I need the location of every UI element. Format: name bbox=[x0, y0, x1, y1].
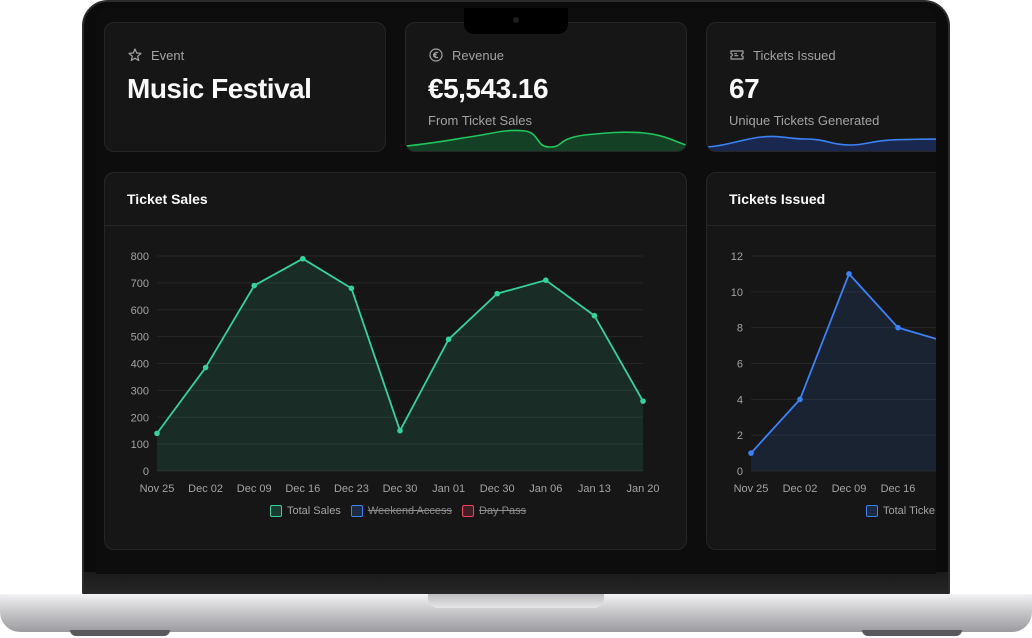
camera-icon bbox=[513, 17, 519, 23]
sales-point[interactable] bbox=[397, 427, 403, 434]
sales-x-tick: Jan 06 bbox=[529, 483, 562, 495]
sales-y-tick: 100 bbox=[131, 439, 149, 451]
sales-legend-swatch bbox=[350, 505, 363, 517]
revenue-label: Revenue bbox=[452, 47, 505, 63]
sales-y-tick: 0 bbox=[143, 466, 149, 478]
sales-x-tick: Dec 30 bbox=[480, 483, 515, 495]
sales-y-tick: 700 bbox=[131, 278, 149, 290]
issued-x-tick: Dec 09 bbox=[832, 483, 867, 495]
tickets-issued-title: Tickets Issued bbox=[729, 191, 826, 207]
sales-legend-label: Total Sales bbox=[287, 505, 341, 517]
sales-legend-item[interactable]: Total Sales bbox=[270, 505, 341, 517]
revenue-card: Revenue €5,543.16 From Ticket Sales bbox=[405, 22, 687, 152]
event-label: Event bbox=[151, 47, 185, 63]
sales-legend-item[interactable]: Day Pass bbox=[462, 505, 526, 517]
issued-y-tick: 0 bbox=[737, 466, 743, 478]
tickets-card-header: Tickets Issued bbox=[729, 47, 836, 63]
sales-y-tick: 600 bbox=[131, 305, 149, 317]
sales-x-tick: Jan 01 bbox=[432, 483, 465, 495]
sales-point[interactable] bbox=[154, 430, 160, 437]
sales-x-tick: Jan 20 bbox=[626, 483, 659, 495]
sales-y-tick: 200 bbox=[131, 412, 149, 424]
ticket-sales-card: Ticket Sales 0 100 200 300 400 500 600 700 800 No… bbox=[104, 172, 687, 550]
sales-area bbox=[157, 258, 643, 471]
sales-x-tick: Dec 09 bbox=[237, 483, 272, 495]
sales-y-tick: 800 bbox=[131, 251, 149, 263]
issued-x-tick: Nov 25 bbox=[734, 483, 769, 495]
sales-legend-label: Day Pass bbox=[479, 505, 527, 517]
tickets-sparkline bbox=[707, 135, 936, 151]
issued-point[interactable] bbox=[748, 450, 754, 456]
issued-y-tick: 2 bbox=[737, 430, 743, 442]
sales-y-tick: 400 bbox=[131, 359, 149, 371]
star-icon bbox=[128, 48, 142, 62]
euro-icon bbox=[429, 48, 443, 62]
tickets-card: Tickets Issued 67 Unique Tickets Generat… bbox=[706, 22, 936, 152]
ticket-sales-chart: 0 100 200 300 400 500 600 700 800 Nov 25 Dec 02 Dec… bbox=[131, 251, 660, 495]
revenue-value: €5,543.16 bbox=[428, 73, 549, 104]
ticket-sales-legend: Total Sales Weekend Access Day Pass bbox=[270, 505, 526, 517]
issued-legend-item[interactable]: Total Ticke bbox=[866, 505, 935, 517]
event-card-header: Event bbox=[127, 47, 184, 63]
issued-y-tick: 8 bbox=[737, 323, 743, 335]
revenue-card-header: Revenue bbox=[428, 47, 504, 63]
sales-x-tick: Dec 30 bbox=[383, 483, 418, 495]
sales-point[interactable] bbox=[300, 255, 306, 262]
issued-x-tick: Dec 16 bbox=[881, 483, 916, 495]
issued-y-tick: 10 bbox=[731, 287, 743, 299]
sales-point[interactable] bbox=[640, 398, 646, 404]
laptop-hinge bbox=[84, 572, 948, 594]
sales-legend-swatch bbox=[462, 505, 474, 517]
laptop-foot-left bbox=[70, 630, 170, 636]
issued-point[interactable] bbox=[797, 396, 803, 403]
sales-y-tick: 300 bbox=[131, 385, 149, 397]
sales-point[interactable] bbox=[445, 336, 452, 343]
issued-point[interactable] bbox=[846, 271, 852, 277]
screen: Event Music Festival Revenue €5,543.16 F… bbox=[96, 8, 936, 574]
laptop-foot-right bbox=[862, 630, 962, 636]
sales-legend-item[interactable]: Weekend Access bbox=[350, 505, 452, 517]
sales-y-tick: 500 bbox=[131, 332, 149, 344]
tickets-value: 67 bbox=[729, 73, 760, 104]
ticket-sales-title: Ticket Sales bbox=[127, 191, 208, 207]
ticket-icon bbox=[730, 50, 744, 60]
sales-point[interactable] bbox=[591, 312, 598, 319]
issued-legend-swatch bbox=[866, 505, 878, 517]
sales-x-tick: Jan 13 bbox=[578, 483, 611, 495]
sales-x-tick: Nov 25 bbox=[140, 483, 175, 495]
issued-legend-label: Total Ticke bbox=[883, 505, 935, 517]
issued-point[interactable] bbox=[895, 324, 901, 331]
event-card: Event Music Festival bbox=[104, 22, 386, 152]
sales-point[interactable] bbox=[251, 282, 257, 289]
issued-area bbox=[751, 273, 936, 471]
sales-legend-label: Weekend Access bbox=[367, 505, 452, 517]
sales-x-tick: Dec 02 bbox=[188, 483, 223, 495]
issued-y-tick: 12 bbox=[731, 251, 743, 263]
issued-y-tick: 6 bbox=[737, 359, 743, 371]
tickets-issued-legend: Total Ticke bbox=[866, 505, 935, 517]
sales-x-tick: Dec 16 bbox=[285, 483, 320, 495]
sales-point[interactable] bbox=[348, 285, 355, 292]
revenue-sparkline bbox=[406, 129, 686, 151]
sales-point[interactable] bbox=[543, 277, 549, 283]
sales-point[interactable] bbox=[202, 364, 209, 371]
tickets-issued-chart: 024681012Nov 25Dec 02Dec 09Dec 16D bbox=[731, 251, 936, 495]
sales-x-tick: Dec 23 bbox=[334, 483, 369, 495]
camera-notch bbox=[464, 8, 568, 34]
laptop-base-notch bbox=[428, 594, 604, 608]
tickets-label: Tickets Issued bbox=[753, 47, 836, 63]
tickets-issued-card: Tickets Issued 0 2 4 6 8 10 12 Nov 25 Dec 02 Dec … bbox=[706, 172, 936, 550]
event-name: Music Festival bbox=[127, 73, 312, 104]
issued-y-tick: 4 bbox=[737, 394, 743, 406]
issued-x-tick: Dec 02 bbox=[783, 483, 818, 495]
sales-legend-swatch bbox=[270, 505, 282, 517]
sales-point[interactable] bbox=[494, 290, 501, 297]
